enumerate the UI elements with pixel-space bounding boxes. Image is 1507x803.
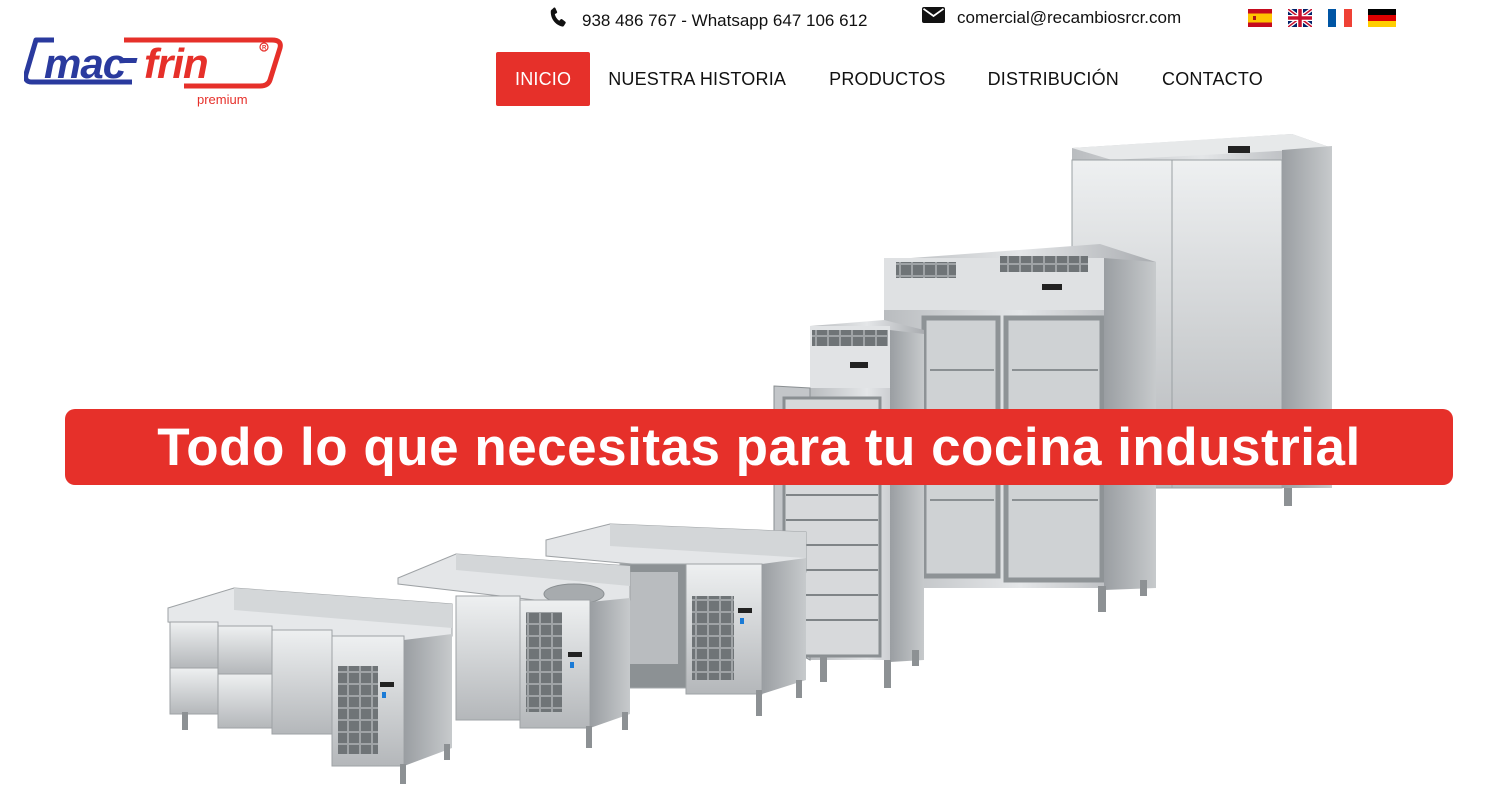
hero-headline: Todo lo que necesitas para tu cocina ind…	[157, 417, 1361, 477]
language-selector	[1248, 9, 1396, 27]
email-contact[interactable]: comercial@recambiosrcr.com	[922, 6, 1181, 29]
phone-icon	[546, 6, 570, 35]
logo-subtitle: premium	[197, 92, 248, 107]
hero-headline-banner: Todo lo que necesitas para tu cocina ind…	[65, 409, 1453, 485]
germany-flag-icon[interactable]	[1368, 9, 1396, 27]
top-contact-bar: 938 486 767 - Whatsapp 647 106 612 comer…	[0, 0, 1507, 36]
nav-item-productos[interactable]: PRODUCTOS	[807, 52, 966, 106]
nav-item-inicio[interactable]: INICIO	[496, 52, 591, 106]
envelope-icon	[922, 6, 945, 29]
france-flag-icon[interactable]	[1328, 9, 1352, 27]
counter-refrigerator-left	[167, 587, 453, 784]
nav-item-contacto[interactable]: CONTACTO	[1140, 52, 1282, 106]
phone-text: 938 486 767 - Whatsapp 647 106 612	[582, 10, 868, 30]
uk-flag-icon[interactable]	[1288, 9, 1312, 27]
spain-flag-icon[interactable]	[1248, 9, 1272, 27]
phone-contact[interactable]: 938 486 767 - Whatsapp 647 106 612	[546, 6, 867, 35]
svg-text:R: R	[262, 46, 267, 52]
hero-section: Todo lo que necesitas para tu cocina ind…	[0, 110, 1507, 803]
nav-item-nuestra-historia[interactable]: NUESTRA HISTORIA	[590, 52, 807, 106]
svg-text:mac: mac	[44, 40, 126, 87]
main-navigation: INICIO NUESTRA HISTORIA PRODUCTOS DISTRI…	[496, 52, 1282, 106]
nav-item-distribucion[interactable]: DISTRIBUCIÓN	[967, 52, 1140, 106]
email-text: comercial@recambiosrcr.com	[957, 7, 1182, 27]
svg-text:frin: frin	[144, 40, 208, 87]
